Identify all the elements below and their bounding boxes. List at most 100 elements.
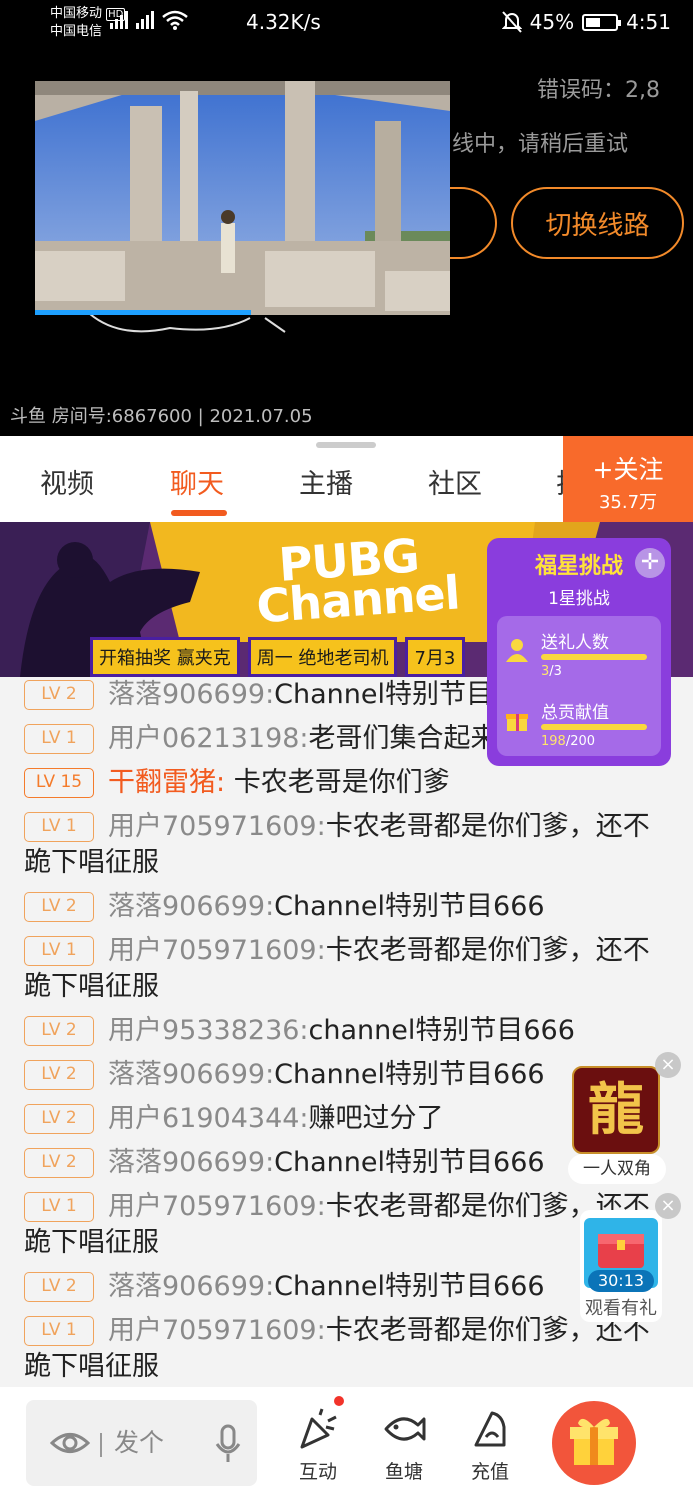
chat-nickname[interactable]: 干翻雷猪: [108, 767, 225, 798]
task-gift-senders: 送礼人数 3/3 [497, 620, 661, 686]
error-message: 线中，请稍后重试 [452, 132, 629, 157]
chat-input-box[interactable] [26, 1400, 257, 1486]
follow-button[interactable]: +关注 35.7万 [563, 436, 693, 522]
level-badge: LV 2 [24, 1016, 94, 1046]
level-badge: LV 15 [24, 768, 94, 798]
user-icon [506, 639, 528, 662]
recharge-label: 充值 [470, 1461, 509, 1483]
eye-icon[interactable] [50, 1428, 90, 1458]
collapse-icon[interactable]: ✛ [635, 548, 665, 578]
chat-text: Channel特别节目666 [274, 1059, 545, 1090]
interact-button[interactable]: 互动 [288, 1407, 348, 1484]
bottom-bar: 互动 鱼塘 充值 [0, 1387, 693, 1500]
pip-video-thumbnail[interactable] [35, 81, 450, 315]
recharge-icon [474, 1411, 506, 1447]
level-badge: LV 2 [24, 1148, 94, 1178]
gift-icon [570, 1418, 618, 1465]
level-badge: LV 1 [24, 724, 94, 754]
task-label: 总贡献值 [541, 703, 609, 723]
chat-message[interactable]: LV 1 用户705971609:卡农老哥都是你们爹，还不跪下唱征服 [24, 933, 664, 1005]
level-badge: LV 1 [24, 1316, 94, 1346]
chat-message[interactable]: LV 1 用户705971609:卡农老哥都是你们爹，还不跪下唱征服 [24, 809, 664, 881]
mic-icon[interactable] [214, 1424, 242, 1464]
chat-message[interactable]: LV 2 用户95338236:channel特别节目666 [24, 1013, 664, 1049]
tab-chat[interactable]: 聊天 [170, 462, 224, 501]
notification-dot [334, 1396, 344, 1406]
chat-message[interactable]: LV 2 落落906699:Channel特别节目666 [24, 1269, 664, 1305]
chat-nickname[interactable]: 用户705971609: [108, 1315, 326, 1346]
watch-reward-caption: 观看有礼 [585, 1298, 657, 1319]
active-tab-indicator [171, 510, 227, 516]
gift-icon [506, 714, 528, 731]
drag-handle[interactable] [316, 442, 376, 448]
close-icon[interactable]: × [655, 1052, 681, 1078]
carrier-1: 中国移动 [50, 6, 103, 21]
level-badge: LV 1 [24, 812, 94, 842]
task-progress-bar [541, 724, 647, 730]
level-badge: LV 2 [24, 1060, 94, 1090]
chat-nickname[interactable]: 用户06213198: [108, 723, 309, 754]
close-icon[interactable]: × [655, 1193, 681, 1219]
chat-message[interactable]: LV 1 用户705971609:卡农老哥都是你们爹，还不跪下唱征服 [24, 1313, 664, 1385]
level-badge: LV 2 [24, 680, 94, 710]
chat-message[interactable]: LV 2 用户61904344:赚吧过分了 [24, 1101, 664, 1137]
chat-nickname[interactable]: 落落906699: [108, 891, 274, 922]
level-badge: LV 1 [24, 936, 94, 966]
switch-line-button[interactable]: 切换线路 [511, 187, 684, 259]
chat-nickname[interactable]: 用户705971609: [108, 1191, 326, 1222]
banner-tag[interactable]: 开箱抽奖 赢夹克 [90, 637, 240, 677]
net-speed: 4.32K/s [246, 10, 321, 34]
recharge-button[interactable]: 充值 [460, 1407, 520, 1484]
task-progress-bar [541, 654, 647, 660]
banner-headline: PUBG Channel [254, 528, 462, 634]
level-badge: LV 1 [24, 1192, 94, 1222]
chat-input[interactable] [114, 1422, 204, 1462]
clock: 4:51 [626, 10, 671, 34]
chat-nickname[interactable]: 落落906699: [108, 679, 274, 710]
chat-message[interactable]: LV 1 用户705971609:卡农老哥都是你们爹，还不跪下唱征服 [24, 1189, 664, 1261]
chat-nickname[interactable]: 用户705971609: [108, 935, 326, 966]
chat-text: Channel特别节目666 [274, 891, 545, 922]
chat-nickname[interactable]: 用户705971609: [108, 811, 326, 842]
fish-pond-button[interactable]: 鱼塘 [374, 1407, 434, 1484]
chat-nickname[interactable]: 落落906699: [108, 1059, 274, 1090]
tab-community[interactable]: 社区 [428, 462, 482, 501]
game-ad-widget[interactable]: 龍 一人双角 [568, 1064, 666, 1184]
star-challenge-subtitle: 1星挑战 [548, 589, 610, 609]
gift-button[interactable] [552, 1401, 636, 1485]
wifi-icon [162, 10, 188, 30]
error-code: 错误码：2,8 [537, 78, 660, 103]
banner-tag[interactable]: 7月3 [405, 637, 466, 677]
interact-label: 互动 [298, 1461, 337, 1483]
signal-icon [136, 11, 154, 29]
star-challenge-panel[interactable]: 福星挑战 ✛ 1星挑战 送礼人数 3/3 总贡献值 198/200 [487, 538, 671, 766]
game-ad-caption: 一人双角 [568, 1154, 666, 1184]
tab-anchor[interactable]: 主播 [299, 462, 353, 501]
video-player[interactable]: 错误码：2,8 线中，请稍后重试 切换线路 斗鱼 房间号:6867600 | 2… [0, 46, 693, 436]
chat-nickname[interactable]: 用户61904344: [108, 1103, 309, 1134]
task-count: 3/3 [541, 664, 562, 679]
chat-nickname[interactable]: 落落906699: [108, 1147, 274, 1178]
star-tasks: 送礼人数 3/3 总贡献值 198/200 [497, 616, 661, 756]
tab-video[interactable]: 视频 [40, 462, 94, 501]
fish-icon [384, 1417, 426, 1441]
chat-text: 老哥们集合起来 [308, 723, 498, 754]
chat-text: Channel特别节目666 [274, 1271, 545, 1302]
chat-nickname[interactable]: 落落906699: [108, 1271, 274, 1302]
follower-count: 35.7万 [598, 492, 658, 513]
status-bar: 中国移动 HD 中国电信 4.32K/s 45% 4:51 [0, 0, 693, 46]
chat-message[interactable]: LV 2 落落906699:Channel特别节目666 [24, 1057, 664, 1093]
countdown-timer: 30:13 [588, 1270, 654, 1292]
chat-message[interactable]: LV 2 落落906699:Channel特别节目666 [24, 889, 664, 925]
chat-message[interactable]: LV 15 干翻雷猪: 卡农老哥是你们爹 [24, 765, 664, 801]
banner-tag[interactable]: 周一 绝地老司机 [247, 637, 398, 677]
party-popper-icon [300, 1408, 337, 1449]
chat-text: Channel特别节目666 [274, 1147, 545, 1178]
mute-bell-icon [501, 11, 522, 33]
chat-nickname[interactable]: 用户95338236: [108, 1015, 309, 1046]
signal-icons [110, 8, 188, 32]
task-count: 198/200 [541, 734, 596, 749]
watch-reward-widget[interactable]: 30:13 观看有礼 [580, 1210, 662, 1322]
follow-label: 关注 [613, 455, 664, 484]
level-badge: LV 2 [24, 892, 94, 922]
